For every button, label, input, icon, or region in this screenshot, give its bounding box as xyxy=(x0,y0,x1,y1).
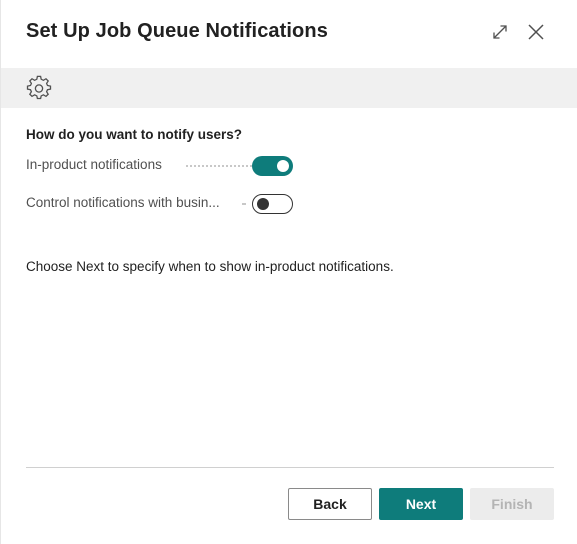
expand-icon[interactable] xyxy=(488,20,512,44)
toggle-knob xyxy=(277,160,289,172)
back-button[interactable]: Back xyxy=(288,488,372,520)
control-notifications-toggle[interactable] xyxy=(252,194,293,214)
dialog-title: Set Up Job Queue Notifications xyxy=(26,20,328,42)
info-text: Choose Next to specify when to show in-p… xyxy=(26,259,394,274)
setup-dialog: Set Up Job Queue Notifications How do yo… xyxy=(0,0,577,544)
label-leader-dots xyxy=(242,203,246,205)
question-heading: How do you want to notify users? xyxy=(26,127,242,142)
next-button[interactable]: Next xyxy=(379,488,463,520)
in-product-notifications-toggle[interactable] xyxy=(252,156,293,176)
toggle-knob xyxy=(257,197,269,210)
field-label: Control notifications with busin... xyxy=(26,195,220,210)
field-control-notifications: Control notifications with busin... xyxy=(26,192,306,216)
field-label: In-product notifications xyxy=(26,157,162,172)
field-in-product-notifications: In-product notifications xyxy=(26,154,306,178)
finish-button[interactable]: Finish xyxy=(470,488,554,520)
close-icon[interactable] xyxy=(524,20,548,44)
gear-icon[interactable] xyxy=(26,75,52,101)
dialog-header: Set Up Job Queue Notifications xyxy=(1,0,577,68)
action-bar xyxy=(1,68,577,108)
footer-divider xyxy=(26,467,554,468)
